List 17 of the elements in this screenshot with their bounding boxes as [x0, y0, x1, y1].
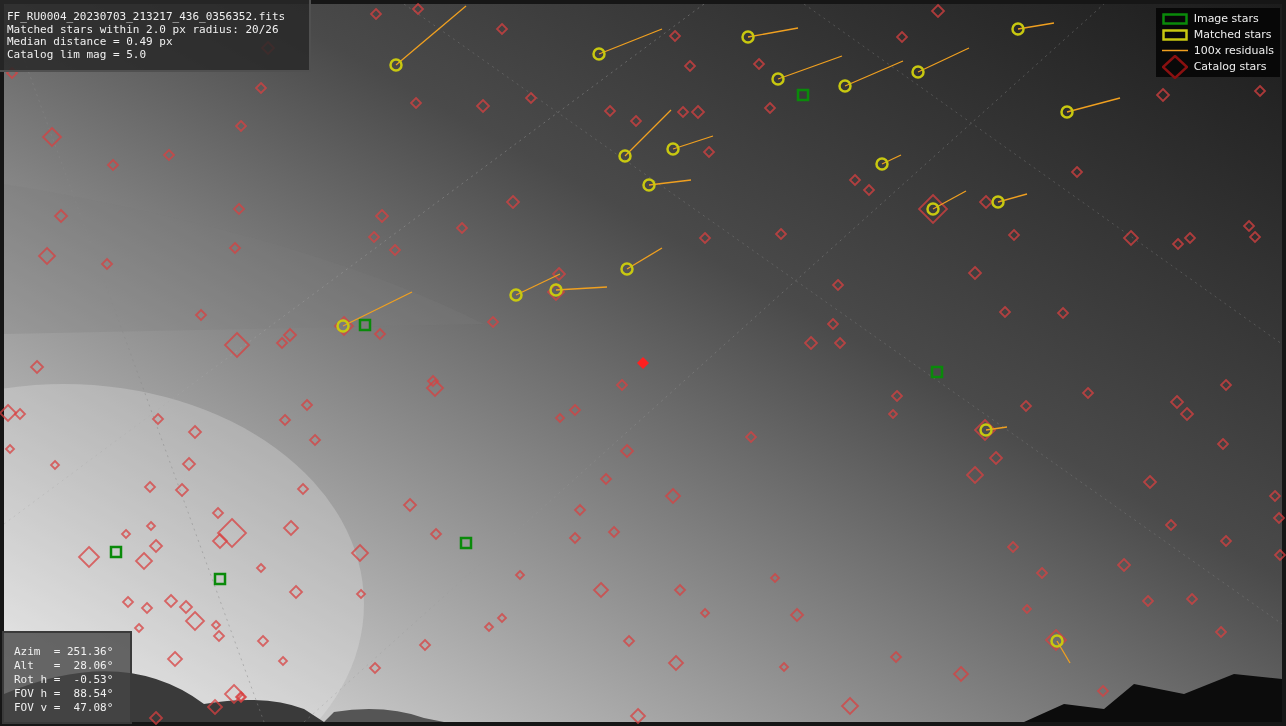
pointing-text: FOV v = 47.08°	[14, 701, 115, 715]
square-outline-icon	[1161, 28, 1188, 41]
pointing-text: Rot h = -0.53°	[14, 673, 115, 687]
info-text: FF_RU0004_20230703_213217_436_0356352.fits	[7, 11, 287, 24]
info-text: Median distance = 0.49 px	[7, 36, 174, 49]
legend-label: Catalog stars	[1193, 60, 1267, 73]
legend-label: Image stars	[1193, 12, 1259, 25]
legend-label: Matched stars	[1193, 28, 1272, 41]
pointing-text: FOV h = 88.54°	[14, 687, 115, 701]
pointing-text: Azim = 251.36°	[14, 645, 115, 659]
square-marker-icon	[1161, 12, 1188, 25]
pointing-text: Alt = 28.06°	[14, 659, 115, 673]
legend-label: 100x residuals	[1193, 44, 1274, 57]
info-text: Catalog lim mag = 5.0	[7, 48, 148, 61]
info-text: Matched stars within 2.0 px radius: 20/26	[7, 23, 279, 36]
diamond-icon	[1161, 54, 1188, 79]
line-icon	[1161, 49, 1188, 52]
